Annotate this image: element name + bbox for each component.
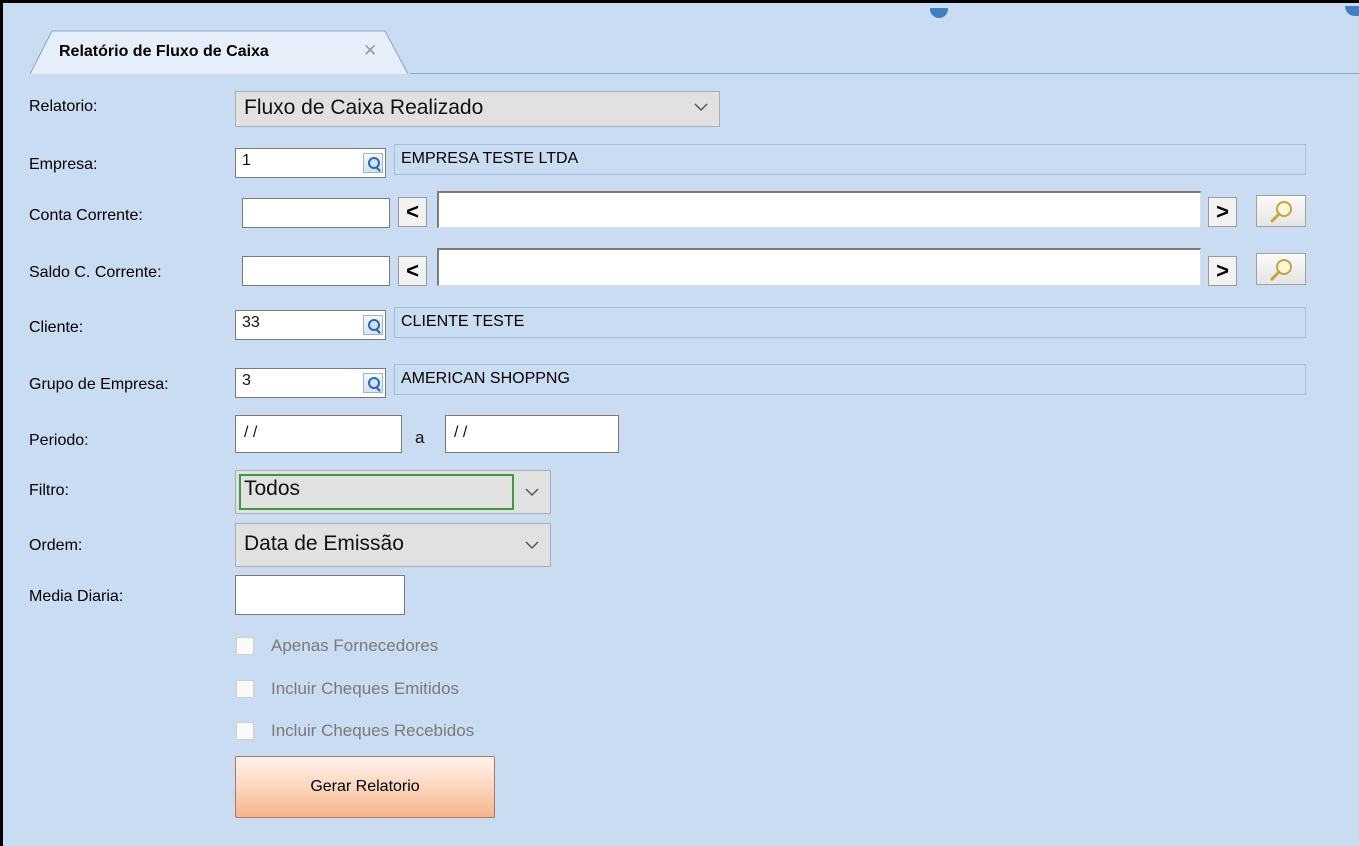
checkbox-apenas-fornecedores[interactable] (236, 637, 254, 655)
conta-corrente-search-button[interactable] (1256, 195, 1306, 227)
saldo-corrente-code-input[interactable] (242, 256, 390, 286)
label-saldo-corrente: Saldo C. Corrente: (29, 264, 162, 281)
label-ordem: Ordem: (29, 537, 83, 554)
grupo-empresa-code: 3 (242, 372, 251, 389)
gerar-relatorio-button[interactable]: Gerar Relatorio (235, 756, 495, 818)
filtro-select[interactable]: Todos (235, 470, 551, 514)
empresa-code-input[interactable]: 1 (235, 148, 386, 178)
filtro-selected: Todos (244, 477, 301, 500)
magnifier-icon (1270, 201, 1292, 223)
chevron-down-icon (694, 103, 708, 112)
search-icon[interactable] (363, 373, 383, 393)
ordem-selected: Data de Emissão (244, 532, 404, 555)
label-relatorio: Relatorio: (29, 98, 98, 115)
checkbox-label: Apenas Fornecedores (271, 636, 439, 655)
empresa-code: 1 (242, 152, 251, 169)
conta-corrente-code-input[interactable] (242, 198, 390, 228)
label-filtro: Filtro: (29, 482, 69, 499)
label-cliente: Cliente: (29, 319, 84, 336)
ordem-select[interactable]: Data de Emissão (235, 523, 551, 567)
cliente-name: CLIENTE TESTE (394, 307, 1306, 338)
chevron-down-icon (525, 488, 539, 497)
label-media-diaria: Media Diaria: (29, 588, 124, 605)
conta-corrente-prev-button[interactable]: < (398, 197, 427, 227)
empresa-name-text: EMPRESA TESTE LTDA (401, 150, 579, 167)
conta-corrente-next-button[interactable]: > (1208, 197, 1237, 227)
relatorio-selected: Fluxo de Caixa Realizado (244, 96, 484, 119)
periodo-start: / / (244, 424, 258, 441)
relatorio-select[interactable]: Fluxo de Caixa Realizado (235, 91, 720, 127)
tab-title: Relatório de Fluxo de Caixa (59, 43, 269, 60)
cliente-name-text: CLIENTE TESTE (401, 313, 525, 330)
checkbox-incluir-cheques-emitidos[interactable] (236, 680, 254, 698)
magnifier-icon (1270, 259, 1292, 281)
search-icon[interactable] (363, 315, 383, 335)
label-conta-corrente: Conta Corrente: (29, 207, 143, 224)
tab-bar: Relatório de Fluxo de Caixa ✕ (0, 30, 1359, 75)
saldo-corrente-next-button[interactable]: > (1208, 256, 1237, 286)
tab-bar-line (410, 73, 1359, 74)
grupo-empresa-name-text: AMERICAN SHOPPNG (401, 370, 570, 387)
label-empresa: Empresa: (29, 156, 98, 173)
periodo-end: / / (454, 424, 468, 441)
saldo-corrente-prev-button[interactable]: < (398, 256, 427, 286)
checkbox-incluir-cheques-recebidos[interactable] (236, 722, 254, 740)
periodo-start-input[interactable]: / / (235, 415, 402, 453)
grupo-empresa-name: AMERICAN SHOPPNG (394, 364, 1306, 395)
saldo-corrente-search-button[interactable] (1256, 253, 1306, 285)
conta-corrente-bar[interactable] (437, 191, 1201, 228)
empresa-name: EMPRESA TESTE LTDA (394, 144, 1306, 175)
checkbox-label: Incluir Cheques Emitidos (271, 679, 460, 698)
label-periodo: Periodo: (29, 432, 89, 449)
periodo-end-input[interactable]: / / (445, 415, 619, 453)
label-grupo-empresa: Grupo de Empresa: (29, 376, 169, 393)
checkbox-label: Incluir Cheques Recebidos (271, 721, 475, 740)
cliente-code-input[interactable]: 33 (235, 310, 386, 340)
close-icon[interactable]: ✕ (363, 41, 377, 61)
search-icon[interactable] (363, 153, 383, 173)
media-diaria-input[interactable] (235, 575, 405, 615)
saldo-corrente-bar[interactable] (437, 248, 1201, 286)
cliente-code: 33 (242, 314, 260, 331)
tab-relatorio-fluxo-caixa[interactable]: Relatório de Fluxo de Caixa ✕ (30, 30, 409, 75)
chevron-down-icon (525, 541, 539, 550)
grupo-empresa-code-input[interactable]: 3 (235, 368, 386, 398)
periodo-separator: a (415, 428, 425, 447)
